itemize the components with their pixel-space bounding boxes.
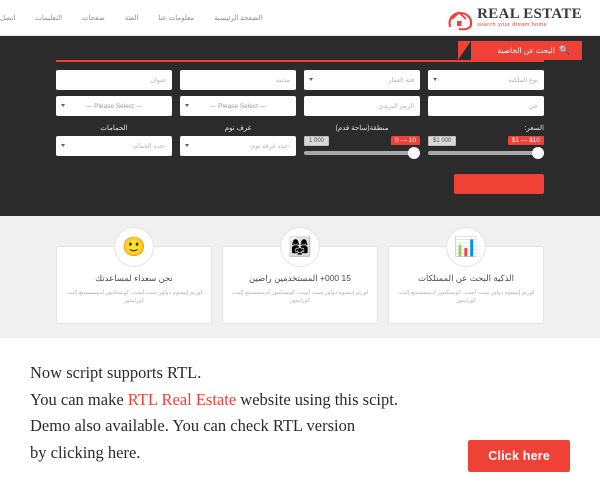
label-bathrooms: الحمامات (100, 125, 128, 132)
select-option-two-value: — Please Select — (85, 102, 143, 110)
site-header: REAL ESTATE search your dream home الصفح… (0, 0, 600, 36)
feature-body: لوريم إيبسوم دولور سيت أميت، كونسكتيور أ… (397, 290, 535, 305)
smiley-face-icon: 🙂 (114, 227, 154, 267)
address-placeholder: عنوان (150, 77, 166, 84)
feature-card-happy-to-help: 🙂 نحن سعداء لمساعدتك لوريم إيبسوم دولور … (56, 227, 212, 324)
price-slider-handle[interactable] (532, 147, 544, 159)
feature-card-satisfied-users: 👩‍👩‍👧 15 000+ المستخدمين راضين لوريم إيب… (222, 227, 378, 324)
feature-body: لوريم إيبسوم دولور سيت أميت، كونسكتيور أ… (231, 290, 369, 305)
select-option-one-value: — Please Select — (209, 102, 267, 110)
bathrooms-select[interactable]: -حدد الحمام- (56, 136, 172, 156)
page-root: REAL ESTATE search your dream home الصفح… (0, 0, 600, 500)
label-area: منطقة(ساحة قدم) (335, 125, 389, 132)
neighborhood-placeholder: حي (528, 103, 538, 110)
nav-item-category[interactable]: الفئة (125, 14, 138, 22)
nav-item-contact[interactable]: اتصل (0, 14, 15, 22)
feature-title: الذكية البحث عن الممتلكات (417, 273, 514, 283)
price-range-slider[interactable]: $1 — $10 $1 000 (428, 136, 544, 160)
search-submit-button[interactable] (454, 174, 544, 194)
postal-code-input[interactable]: الرمز البريدي (304, 96, 420, 116)
promo-line-2-prefix: You can make (30, 389, 128, 409)
bedrooms-select-value: -حدد غرفة نوم- (248, 143, 290, 150)
search-icon: 🔍 (558, 45, 570, 55)
tab-label: البحث عن الخاصية (497, 46, 555, 55)
click-here-button[interactable]: Click here (468, 440, 570, 472)
address-input[interactable]: عنوان (56, 70, 172, 90)
bathrooms-select-value: -حدد الحمام- (131, 143, 166, 150)
search-form: نوع الملكية فئة العقار مدينة عنوان حي ال… (0, 60, 600, 194)
site-logo[interactable]: REAL ESTATE search your dream home (447, 5, 590, 31)
feature-body: لوريم إيبسوم دولور سيت أميت، كونسكتيور أ… (65, 290, 203, 305)
form-accent-divider (56, 60, 544, 62)
postal-code-placeholder: الرمز البريدي (378, 103, 414, 110)
area-slider-value: 0 — 10 (391, 136, 420, 145)
property-category-select[interactable]: فئة العقار (304, 70, 420, 90)
nav-item-faq[interactable]: التعليمات (35, 14, 62, 22)
area-slider-track[interactable] (304, 151, 420, 155)
price-slider-max: $1 000 (428, 136, 457, 146)
neighborhood-input[interactable]: حي (428, 96, 544, 116)
logo-tagline: search your dream home (477, 21, 548, 28)
price-slider-value: $1 — $10 (507, 136, 544, 145)
search-row-1: نوع الملكية فئة العقار مدينة عنوان (56, 70, 544, 90)
feature-title: نحن سعداء لمساعدتك (95, 273, 173, 283)
select-option-two[interactable]: — Please Select — (56, 96, 172, 116)
property-search-panel: 🔍 البحث عن الخاصية نوع الملكية فئة العقا… (0, 36, 600, 216)
promo-section: Now script supports RTL. You can make RT… (0, 338, 600, 488)
feature-title: 15 000+ المستخدمين راضين (249, 273, 351, 283)
area-slider-handle[interactable] (408, 147, 420, 159)
feature-card-smart-search: 📊 الذكية البحث عن الممتلكات لوريم إيبسوم… (388, 227, 544, 324)
promo-line-1: Now script supports RTL. (30, 363, 202, 382)
property-category-value: فئة العقار (388, 77, 414, 84)
slider-labels-row: السعر: منطقة(ساحة قدم) غرف نوم الحمامات (56, 124, 544, 132)
city-input[interactable]: مدينة (180, 70, 296, 90)
bedrooms-select[interactable]: -حدد غرفة نوم- (180, 136, 296, 156)
property-type-value: نوع الملكية (508, 77, 538, 84)
chart-search-icon: 📊 (446, 227, 486, 267)
promo-highlight: RTL Real Estate (127, 389, 237, 409)
tab-property-search[interactable]: 🔍 البحث عن الخاصية (458, 41, 582, 60)
select-option-one[interactable]: — Please Select — (180, 96, 296, 116)
promo-line-3: Demo also available. You can check RTL v… (30, 416, 356, 436)
search-tab-row: 🔍 البحث عن الخاصية (0, 36, 600, 60)
label-bedrooms: غرف نوم (224, 125, 252, 132)
nav-item-home[interactable]: الصفحة الرئيسية (214, 14, 262, 22)
house-logo-icon (447, 5, 473, 31)
nav-item-pages[interactable]: صفحات (82, 14, 105, 22)
promo-line-2-suffix: website using this scipt. (236, 389, 398, 409)
area-range-slider[interactable]: 0 — 10 1 000 (304, 136, 420, 160)
features-section: 📊 الذكية البحث عن الممتلكات لوريم إيبسوم… (0, 216, 600, 338)
promo-line-2: You can make RTL Real Estate website usi… (30, 387, 570, 414)
property-type-select[interactable]: نوع الملكية (428, 70, 544, 90)
price-slider-track[interactable] (428, 151, 544, 155)
label-price: السعر: (524, 125, 544, 132)
area-slider-max: 1 000 (304, 136, 330, 146)
submit-row (56, 174, 544, 194)
users-group-icon: 👩‍👩‍👧 (280, 227, 320, 267)
slider-controls-row: $1 — $10 $1 000 0 — 10 1 000 -حدد غرفة ن… (56, 136, 544, 160)
city-placeholder: مدينة (275, 77, 290, 84)
main-navigation: الصفحة الرئيسية معلومات عنا الفئة صفحات … (0, 14, 382, 22)
logo-title: REAL ESTATE (477, 5, 582, 22)
search-row-2: حي الرمز البريدي — Please Select — — Ple… (56, 96, 544, 116)
nav-item-about[interactable]: معلومات عنا (158, 14, 194, 22)
